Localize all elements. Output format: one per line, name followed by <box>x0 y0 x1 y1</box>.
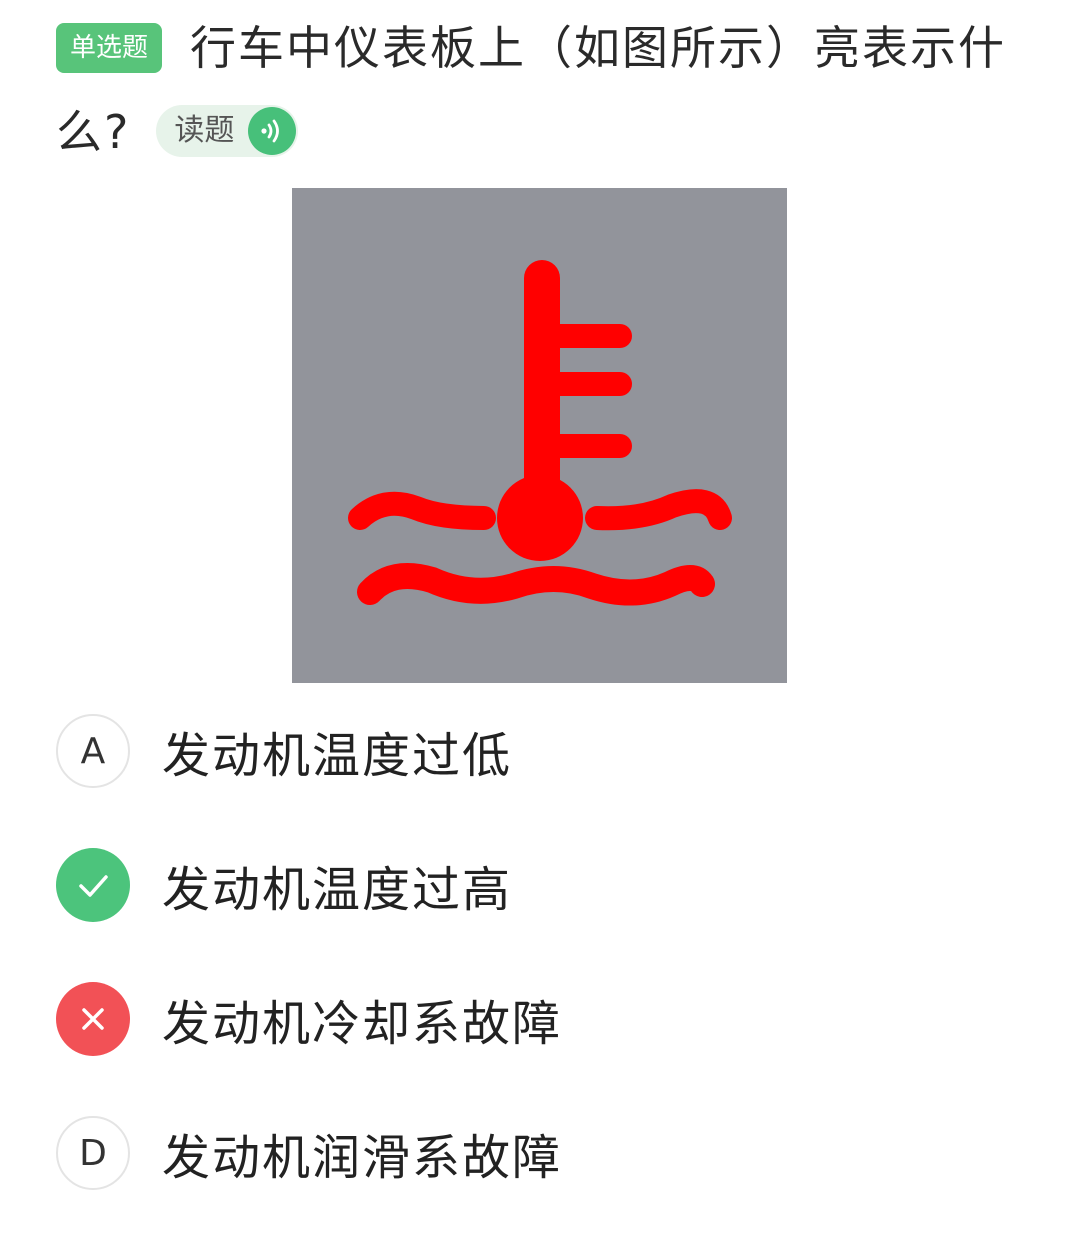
close-icon <box>56 982 130 1056</box>
option-a-mark: A <box>56 714 130 788</box>
read-aloud-label: 读题 <box>174 113 235 148</box>
answer-options: A 发动机温度过低 发动机温度过高 发动机冷却系故障 D 发动机润滑系故障 <box>56 712 1016 1248</box>
check-icon <box>56 848 130 922</box>
option-d[interactable]: D 发动机润滑系故障 <box>56 1114 1016 1192</box>
option-b[interactable]: 发动机温度过高 <box>56 846 1016 924</box>
option-c-text: 发动机冷却系故障 <box>162 996 563 1052</box>
option-c[interactable]: 发动机冷却系故障 <box>56 980 1016 1058</box>
option-d-mark: D <box>56 1116 130 1190</box>
option-b-text: 发动机温度过高 <box>162 862 513 918</box>
question-block: 单选题 行车中仪表板上（如图所示）亮表示什么? 读题 <box>56 6 1036 174</box>
coolant-temperature-warning-icon <box>292 188 787 683</box>
question-figure <box>292 188 787 683</box>
read-aloud-button[interactable]: 读题 <box>156 105 299 157</box>
option-a[interactable]: A 发动机温度过低 <box>56 712 1016 790</box>
option-a-text: 发动机温度过低 <box>162 728 513 784</box>
option-d-text: 发动机润滑系故障 <box>162 1130 563 1186</box>
speaker-sound-icon <box>248 107 297 155</box>
question-type-badge: 单选题 <box>56 23 163 73</box>
